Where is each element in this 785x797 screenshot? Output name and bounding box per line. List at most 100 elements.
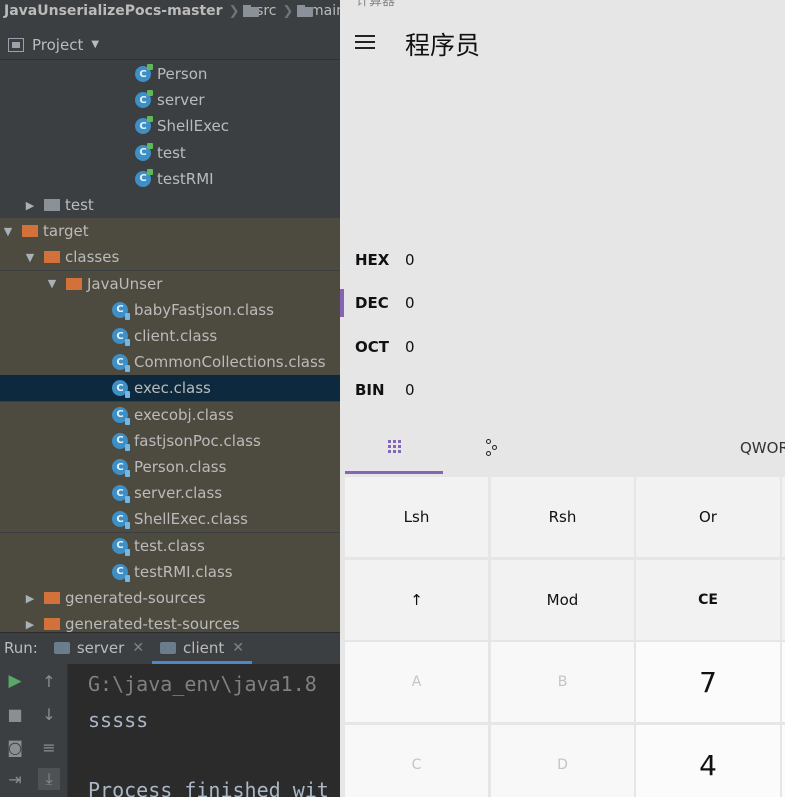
tree-item[interactable]: C Person: [0, 61, 345, 87]
run-config-icon: [160, 642, 177, 654]
tree-item-label: target: [43, 222, 89, 241]
folder-icon: [44, 199, 60, 211]
chevron-right-icon[interactable]: ▶: [24, 592, 36, 605]
rerun-icon[interactable]: ▶: [4, 670, 26, 692]
close-icon[interactable]: ✕: [132, 640, 144, 656]
arrow-down-icon[interactable]: ↓: [38, 703, 60, 725]
close-icon[interactable]: ✕: [232, 640, 244, 656]
key-a-button[interactable]: A: [345, 642, 488, 722]
radix-value: 0: [405, 294, 415, 312]
tree-item[interactable]: Cexecobj.class: [0, 401, 345, 428]
key-d-button[interactable]: D: [491, 725, 634, 797]
class-file-icon: C: [112, 354, 130, 373]
key-c-button[interactable]: C: [345, 725, 488, 797]
chevron-right-icon[interactable]: ▶: [24, 618, 36, 631]
ide-window: JavaUnserializePocs-master ❯ src ❯ main …: [0, 0, 345, 797]
class-file-icon: C: [112, 459, 130, 477]
key-or-button[interactable]: Or: [636, 477, 780, 557]
radix-bin[interactable]: BIN 0: [340, 372, 785, 408]
tab-full-keypad[interactable]: [345, 422, 443, 474]
tree-item-label: generated-test-sources: [65, 615, 240, 634]
project-icon: [8, 37, 24, 52]
tab-bit-toggle[interactable]: [443, 422, 543, 474]
tree-item[interactable]: C Person.class: [0, 454, 345, 480]
tree-item[interactable]: CtestRMI.class: [0, 558, 345, 585]
key-shift-button[interactable]: ↑: [345, 560, 488, 640]
tree-item[interactable]: C ShellExec: [0, 113, 345, 139]
bit-toggle-icon: [486, 439, 500, 457]
console-line: G:\java_env\java1.8: [88, 672, 317, 696]
radix-label: DEC: [355, 294, 389, 312]
key-4-button[interactable]: 4: [636, 725, 780, 797]
scroll-to-end-icon[interactable]: ⤓: [38, 768, 60, 790]
tree-item-label: ShellExec.class: [134, 510, 248, 529]
tree-item[interactable]: Ctest: [0, 140, 345, 166]
tree-item-label: Person: [157, 65, 208, 83]
tree-item-label: test: [65, 196, 94, 214]
key-rsh-button[interactable]: Rsh: [491, 477, 634, 557]
tree-item[interactable]: CbabyFastjson.class: [0, 296, 345, 323]
camera-icon[interactable]: ◙: [4, 736, 26, 758]
tree-item[interactable]: Ctest.class: [0, 532, 345, 559]
breadcrumb-src[interactable]: src: [256, 3, 276, 19]
tree-item[interactable]: ▶ generated-sources: [0, 585, 345, 611]
chevron-down-icon[interactable]: ▼: [91, 39, 99, 50]
class-file-icon: C: [112, 485, 130, 504]
arrow-up-icon[interactable]: ↑: [38, 670, 60, 692]
stop-icon[interactable]: ■: [4, 703, 26, 725]
tree-item-label: test: [157, 143, 186, 162]
tree-item-label: generated-sources: [65, 589, 206, 607]
chevron-right-icon[interactable]: ▶: [24, 199, 36, 212]
chevron-down-icon[interactable]: ▼: [46, 277, 58, 290]
tree-item[interactable]: CtestRMI: [0, 166, 345, 192]
tree-item[interactable]: ▶ test: [0, 192, 345, 218]
tree-item[interactable]: Cserver.class: [0, 480, 345, 507]
breadcrumb-separator: ❯: [228, 3, 240, 19]
console-output[interactable]: G:\java_env\java1.8 sssss Process finish…: [68, 664, 345, 797]
chevron-down-icon[interactable]: ▼: [24, 251, 36, 264]
console-line: Process finished wit: [88, 778, 329, 797]
key-7-button[interactable]: 7: [636, 642, 780, 722]
tree-item-label: execobj.class: [134, 405, 234, 424]
tree-item[interactable]: Cexec.class: [0, 375, 345, 402]
tree-item-label: test.class: [134, 536, 205, 555]
tree-item[interactable]: ▼ JavaUnser: [0, 270, 345, 297]
tree-item[interactable]: ▼ target: [0, 218, 345, 245]
tree-item[interactable]: C ShellExec.class: [0, 506, 345, 533]
run-config-icon: [53, 642, 70, 654]
project-tree[interactable]: C Person Cserver C ShellExec Ctest CtestRMI ▶ te…: [0, 61, 345, 638]
exit-icon[interactable]: ⇥: [4, 768, 26, 790]
breadcrumb-project[interactable]: JavaUnserializePocs-master: [4, 3, 223, 19]
radix-hex[interactable]: HEX 0: [340, 242, 785, 278]
tree-item-label: ShellExec: [157, 117, 229, 136]
folder-icon: [297, 5, 313, 17]
key-lsh-button[interactable]: Lsh: [345, 477, 488, 557]
java-class-icon: C: [135, 64, 153, 82]
tree-item[interactable]: C CommonCollections.class: [0, 349, 345, 376]
run-tab-client[interactable]: client ✕: [152, 633, 252, 664]
key-mod-button[interactable]: Mod: [491, 560, 634, 640]
key-b-button[interactable]: B: [491, 642, 634, 722]
tree-item[interactable]: Cclient.class: [0, 323, 345, 349]
radix-oct[interactable]: OCT 0: [340, 329, 785, 365]
key-ce-button[interactable]: CE: [636, 560, 780, 640]
class-file-icon: C: [112, 380, 130, 399]
excluded-folder-icon: [44, 592, 60, 604]
tree-item[interactable]: Cserver: [0, 87, 345, 113]
class-file-icon: C: [112, 563, 130, 582]
tree-item-label: testRMI: [157, 169, 214, 188]
soft-wrap-icon[interactable]: ≡: [38, 736, 60, 758]
tree-item[interactable]: CfastjsonPoc.class: [0, 427, 345, 454]
java-class-icon: C: [135, 90, 153, 109]
tree-item[interactable]: ▼ classes: [0, 244, 345, 271]
mode-title: 程序员: [405, 31, 481, 60]
tree-item-label: testRMI.class: [134, 562, 233, 581]
project-panel-header[interactable]: Project ▼: [0, 30, 345, 60]
chevron-down-icon[interactable]: ▼: [2, 225, 14, 238]
radix-dec[interactable]: DEC 0: [340, 285, 785, 321]
tree-item-label: Person.class: [134, 458, 227, 476]
menu-icon[interactable]: [355, 34, 375, 50]
run-tab-server[interactable]: server ✕: [46, 633, 152, 664]
word-size-button[interactable]: QWORD: [740, 422, 785, 474]
class-file-icon: C: [112, 406, 130, 425]
